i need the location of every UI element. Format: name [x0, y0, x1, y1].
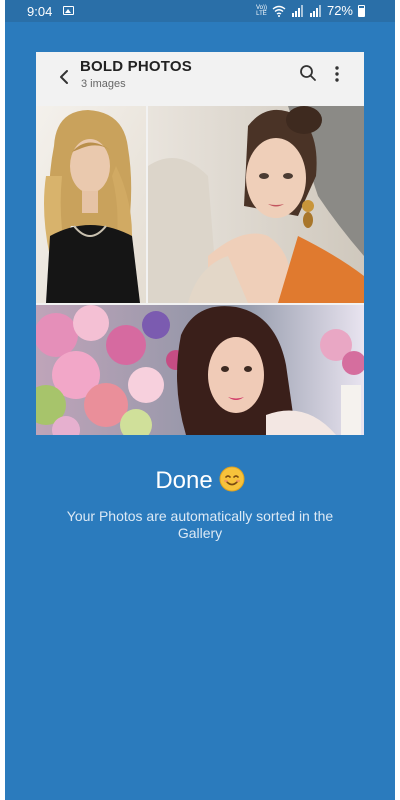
- status-icons: Vo)) LTE 72%: [256, 3, 365, 18]
- status-time: 9:04: [27, 4, 53, 19]
- done-subtitle: Your Photos are automatically sorted in …: [66, 508, 334, 541]
- photo-image-2: [148, 106, 364, 303]
- photo-thumbnail-1[interactable]: [36, 106, 146, 303]
- battery-icon: [358, 4, 365, 17]
- more-options-icon[interactable]: [332, 64, 342, 84]
- battery-percentage: 72%: [326, 3, 353, 18]
- done-heading-text: Done: [155, 467, 213, 494]
- photo-image-1: [36, 106, 146, 303]
- gallery-preview-card: BOLD PHOTOS 3 images: [36, 52, 364, 435]
- signal-icon-1: [291, 4, 303, 17]
- wifi-icon: [272, 5, 286, 17]
- screen: 9:04 Vo)) LTE 72% BOLD PHOTOS 3 images D…: [5, 0, 395, 800]
- smiling-face-icon: [219, 466, 245, 492]
- status-bar: 9:04 Vo)) LTE 72%: [5, 0, 395, 22]
- photo-image-3: [36, 305, 364, 435]
- gallery-notification-icon: [63, 6, 74, 15]
- done-heading: Done: [5, 466, 395, 495]
- album-title: BOLD PHOTOS: [80, 58, 192, 75]
- volte-icon: Vo)) LTE: [256, 5, 267, 17]
- search-icon[interactable]: [298, 63, 318, 83]
- signal-icon-2: [309, 4, 321, 17]
- photo-thumbnail-2[interactable]: [148, 106, 364, 303]
- back-icon[interactable]: [56, 66, 72, 88]
- album-header: BOLD PHOTOS 3 images: [36, 52, 364, 104]
- photo-thumbnail-3[interactable]: [36, 305, 364, 435]
- volte-line-2: LTE: [256, 10, 267, 17]
- album-image-count: 3 images: [81, 78, 126, 90]
